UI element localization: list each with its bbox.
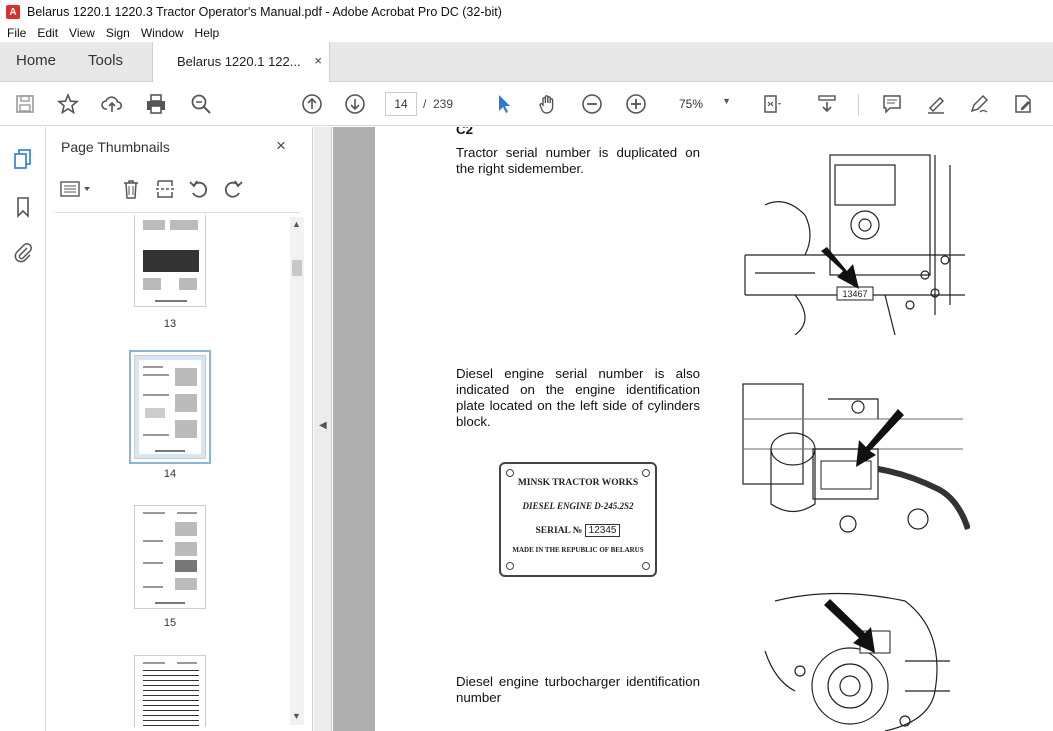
nav-rail [0,127,46,731]
rotate-left-icon[interactable] [187,177,211,201]
plate-manufacturer: MINSK TRACTOR WORKS [517,478,639,488]
zoom-select[interactable]: 75% ▼ [665,92,739,116]
close-icon[interactable]: × [276,136,286,156]
tab-document[interactable]: Belarus 1220.1 122... × [152,42,330,82]
chevron-left-icon[interactable]: ◀ [319,420,327,431]
select-cursor-icon[interactable] [492,92,516,116]
next-page-icon[interactable] [343,92,367,116]
thumbnail-panel: Page Thumbnails × 13 14 15 ▲ ▼ [47,127,313,731]
plate-origin: MADE IN THE REPUBLIC OF BELARUS [512,546,644,554]
menu-file[interactable]: File [7,26,26,40]
scrollbar-thumb[interactable] [292,260,302,276]
thumbnail-scrollbar[interactable]: ▲ ▼ [290,217,304,725]
document-viewport[interactable]: C2 Tractor serial number is duplicated o… [333,127,1053,731]
thumbnail-page[interactable] [134,505,206,609]
chevron-down-icon: ▼ [722,96,731,106]
menu-edit[interactable]: Edit [37,26,58,40]
zoom-out-icon[interactable] [580,92,604,116]
engine-identification-plate: MINSK TRACTOR WORKS DIESEL ENGINE D-245.… [499,462,657,577]
turbocharger-illustration [755,591,955,731]
panel-divider [55,212,300,213]
sign-pen-icon[interactable] [967,92,991,116]
toolbar-divider [858,94,859,116]
page-total: 239 [433,97,454,111]
paragraph-turbocharger: Diesel engine turbocharger identificatio… [456,674,700,705]
scroll-down-icon[interactable]: ▼ [292,711,301,721]
comment-icon[interactable] [880,92,904,116]
options-menu-icon[interactable] [59,177,95,201]
rotate-right-icon[interactable] [221,177,245,201]
thumbnail-label: 13 [163,318,177,330]
tab-bar: Home Tools Belarus 1220.1 122... × [0,42,1053,82]
plate-serial-label: SERIAL № [535,526,583,536]
tractor-serial-plate-label: 13467 [842,289,867,299]
page-number-input[interactable]: 14 [385,92,417,116]
bookmark-icon[interactable] [11,195,35,219]
pdf-page: C2 Tractor serial number is duplicated o… [375,127,1053,731]
page-fit-icon[interactable] [760,92,784,116]
previous-page-icon[interactable] [300,92,324,116]
zoom-value: 75% [679,97,704,111]
save-icon[interactable] [13,92,37,116]
thumbnail-page[interactable] [134,215,206,307]
paragraph-engine-serial: Diesel engine serial number is also indi… [456,366,700,429]
plate-engine-model: DIESEL ENGINE D-245.2S2 [522,501,634,511]
tab-document-label: Belarus 1220.1 122... [177,54,301,69]
tractor-sidemember-illustration: 13467 [735,145,975,335]
print-icon[interactable] [144,92,168,116]
panel-title: Page Thumbnails [61,139,170,155]
menu-help[interactable]: Help [195,26,220,40]
plate-serial-value: 12345 [584,524,621,537]
section-heading: C2 [456,127,473,137]
panel-collapse-strip[interactable]: ◀ [314,127,332,731]
tab-home[interactable]: Home [16,52,56,69]
upload-cloud-icon[interactable] [100,92,124,116]
plate-serial-row: SERIAL № 12345 [501,524,655,537]
scroll-up-icon[interactable]: ▲ [292,219,301,229]
thumbnail-list: 13 14 15 [47,215,290,727]
thumbnail-page-selected[interactable] [129,350,211,464]
main-toolbar: 14 / 239 75% ▼ [0,82,1053,126]
thumbnail-label: 14 [163,468,177,480]
highlight-pen-icon[interactable] [924,92,948,116]
page-thumbnails-icon[interactable] [11,147,35,171]
thumbnail-page[interactable] [134,655,206,727]
zoom-in-icon[interactable] [624,92,648,116]
zoom-search-icon[interactable] [189,92,213,116]
edit-pdf-icon[interactable] [1011,92,1035,116]
paragraph-tractor-serial: Tractor serial number is duplicated on t… [456,145,700,176]
tab-close-icon[interactable]: × [314,53,322,68]
star-bookmark-icon[interactable] [56,92,80,116]
extract-pages-icon[interactable] [153,177,177,201]
window-title: Belarus 1220.1 1220.3 Tractor Operator's… [27,5,502,19]
thumbnail-label: 15 [163,617,177,629]
trash-delete-icon[interactable] [119,177,143,201]
menu-sign[interactable]: Sign [106,26,130,40]
menu-view[interactable]: View [69,26,95,40]
menu-window[interactable]: Window [141,26,184,40]
thumbnail-toolbar [47,177,313,207]
attachment-paperclip-icon[interactable] [11,240,35,264]
hand-tool-icon[interactable] [536,92,560,116]
page-separator: / [423,97,427,111]
scroll-mode-icon[interactable] [815,92,839,116]
acrobat-logo-icon: A [6,5,20,19]
tab-tools[interactable]: Tools [88,52,123,69]
title-bar: A Belarus 1220.1 1220.3 Tractor Operator… [0,0,1053,24]
menu-bar: File Edit View Sign Window Help [0,24,1053,42]
engine-block-illustration [738,379,970,547]
